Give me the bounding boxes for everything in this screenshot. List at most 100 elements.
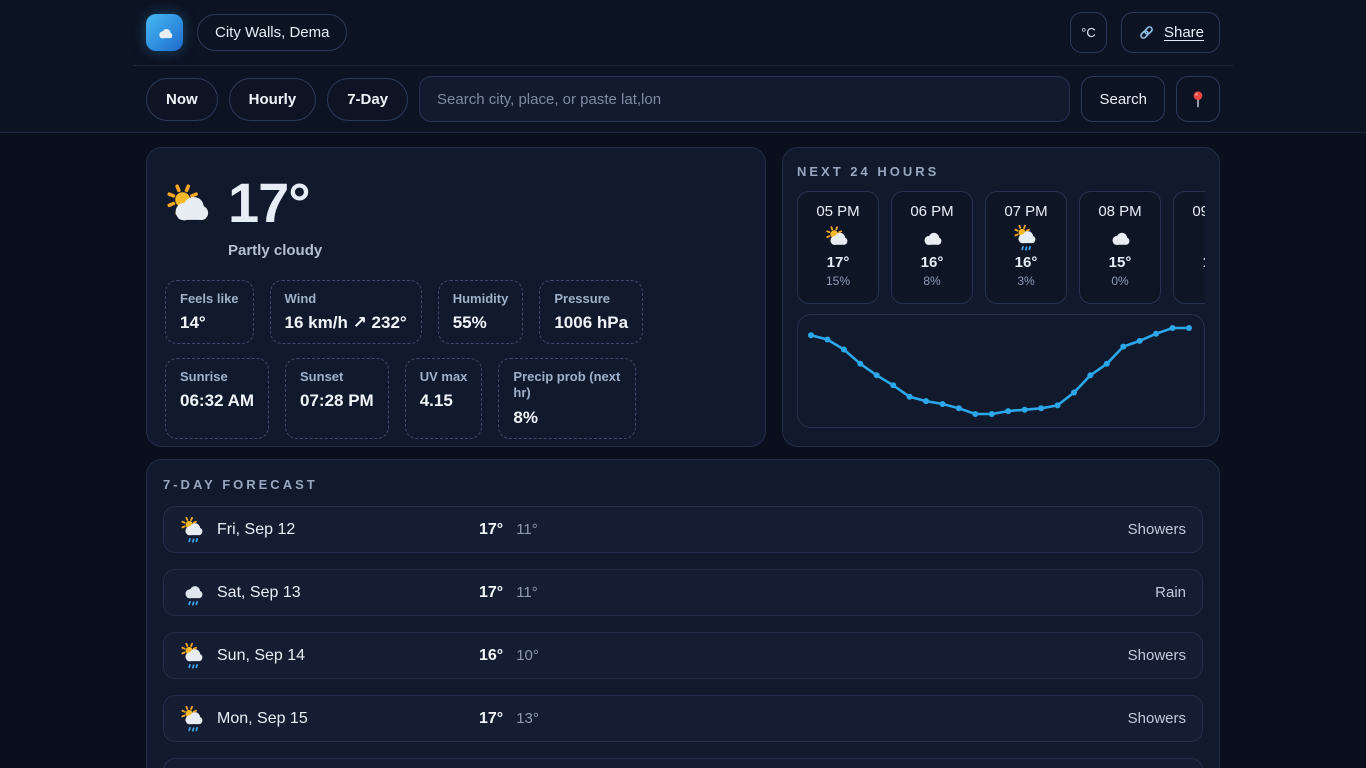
- hour-time: 07 PM: [1004, 203, 1047, 220]
- forecast-high-temp: 17°: [479, 584, 503, 602]
- stat-value: 07:28 PM: [300, 391, 374, 411]
- forecast-date: Mon, Sep 15: [217, 710, 479, 728]
- forecast-high-temp: 16°: [479, 647, 503, 665]
- hour-time: 05 PM: [816, 203, 859, 220]
- stat-value: 1006 hPa: [554, 313, 628, 333]
- hour-temp: 16°: [921, 254, 944, 271]
- forecast-condition: Rain: [1155, 584, 1186, 601]
- unit-toggle-button[interactable]: °C: [1070, 12, 1107, 53]
- search-button[interactable]: Search: [1081, 76, 1165, 122]
- stat-value: 16 km/h ↗ 232°: [285, 313, 407, 333]
- hour-time: 08 PM: [1098, 203, 1141, 220]
- sun-rain-icon: [180, 706, 206, 732]
- link-icon: [1137, 23, 1156, 42]
- sun-rain-icon: [180, 643, 206, 669]
- hour-card: 08 PM 15° 0%: [1079, 191, 1161, 304]
- hour-precip-probability: 3%: [1017, 274, 1034, 288]
- forecast-low-temp: 11°: [516, 584, 538, 601]
- forecast-high-temp: 17°: [479, 521, 503, 539]
- stat-value: 14°: [180, 313, 239, 333]
- current-stats: Feels like 14° Wind 16 km/h ↗ 232° Humidity 5…: [165, 280, 747, 439]
- stat-label: Humidity: [453, 291, 509, 307]
- current-hero: 17° Partly cloudy: [165, 166, 747, 259]
- nav-bar: Now Hourly 7-Day Search: [133, 66, 1233, 132]
- seven-day-forecast-title: 7-DAY FORECAST: [163, 477, 1203, 492]
- hour-temp: 15°: [1203, 254, 1205, 271]
- stat-tile: Sunrise 06:32 AM: [165, 358, 269, 439]
- tab-now[interactable]: Now: [146, 78, 218, 121]
- seven-day-forecast-panel: 7-DAY FORECAST Fri, Sep 1217°11°ShowersS…: [146, 459, 1220, 768]
- next-24-hours-panel: NEXT 24 HOURS 05 PM17°15% 06 PM 16° 8% 07 PM…: [782, 147, 1220, 447]
- stat-value: 06:32 AM: [180, 391, 254, 411]
- stat-value: 8%: [513, 408, 621, 428]
- hour-card: 09 PM15°0%: [1173, 191, 1205, 304]
- cloud-icon: [1201, 225, 1205, 251]
- stat-label: Wind: [285, 291, 407, 307]
- stat-label: Sunset: [300, 369, 374, 385]
- forecast-condition: Showers: [1128, 710, 1186, 727]
- cloud-icon: [1107, 225, 1133, 251]
- current-conditions-card: 17° Partly cloudy Feels like 14° Wind 16 km…: [146, 147, 766, 447]
- hour-precip-probability: 8%: [923, 274, 940, 288]
- stat-tile: Wind 16 km/h ↗ 232°: [270, 280, 422, 344]
- stat-label: Precip prob (next hr): [513, 369, 621, 402]
- sun-rain-icon: [1013, 225, 1039, 251]
- share-button[interactable]: Share: [1121, 12, 1220, 53]
- hour-card: 05 PM17°15%: [797, 191, 879, 304]
- stat-label: Feels like: [180, 291, 239, 307]
- stat-tile: Humidity 55%: [438, 280, 524, 344]
- forecast-high-temp: 17°: [479, 710, 503, 728]
- hour-card: 07 PM 16° 3%: [985, 191, 1067, 304]
- forecast-low-temp: 11°: [516, 521, 538, 538]
- stat-tile: Pressure 1006 hPa: [539, 280, 643, 344]
- app-logo: [146, 14, 183, 51]
- stat-tile: Feels like 14°: [165, 280, 254, 344]
- forecast-condition: Showers: [1128, 647, 1186, 664]
- search-input[interactable]: [419, 76, 1070, 122]
- stat-tile: Sunset 07:28 PM: [285, 358, 389, 439]
- forecast-row: Sat, Sep 1317° 11° Rain: [163, 569, 1203, 616]
- next-24-hours-title: NEXT 24 HOURS: [797, 164, 1205, 179]
- forecast-row: Fri, Sep 1217° 11° Showers: [163, 506, 1203, 553]
- hour-temp: 16°: [1015, 254, 1038, 271]
- stat-tile: Precip prob (next hr) 8%: [498, 358, 636, 439]
- hour-time: 09 PM: [1192, 203, 1205, 220]
- location-chip[interactable]: City Walls, Dema: [197, 14, 347, 51]
- hour-card: 06 PM 16° 8%: [891, 191, 973, 304]
- forecast-date: Fri, Sep 12: [217, 521, 479, 539]
- stat-label: Sunrise: [180, 369, 254, 385]
- hour-time: 06 PM: [910, 203, 953, 220]
- main-content: 17° Partly cloudy Feels like 14° Wind 16 km…: [133, 133, 1233, 768]
- app-cloud-icon: [155, 23, 175, 43]
- forecast-condition: Showers: [1128, 521, 1186, 538]
- current-temperature: 17°: [228, 174, 322, 233]
- forecast-row: Mon, Sep 1517° 13° Showers: [163, 695, 1203, 742]
- rain-icon: [180, 580, 206, 606]
- cloud-icon: [919, 225, 945, 251]
- tab-hourly[interactable]: Hourly: [229, 78, 317, 121]
- share-label: Share: [1164, 24, 1204, 41]
- forecast-date: Sun, Sep 14: [217, 647, 479, 665]
- hour-precip-probability: 15%: [826, 274, 850, 288]
- tab-7day[interactable]: 7-Day: [327, 78, 408, 121]
- title-bar: City Walls, Dema °C Share: [133, 0, 1233, 66]
- hourly-trend-chart: [797, 314, 1205, 428]
- sun-rain-icon: [180, 517, 206, 543]
- stat-label: UV max: [420, 369, 468, 385]
- sun-cloud-icon: [825, 225, 851, 251]
- hour-temp: 15°: [1109, 254, 1132, 271]
- forecast-row-partial: [163, 758, 1203, 768]
- locate-button[interactable]: [1176, 76, 1220, 122]
- hourly-cards-strip[interactable]: 05 PM17°15%06 PM16°8%07 PM16°3%08 PM15°0…: [797, 191, 1205, 304]
- stat-label: Pressure: [554, 291, 628, 307]
- stat-tile: UV max4.15: [405, 358, 483, 439]
- hour-precip-probability: 0%: [1111, 274, 1128, 288]
- current-condition: Partly cloudy: [228, 242, 322, 259]
- pushpin-icon: [1188, 89, 1208, 109]
- forecast-rows: Fri, Sep 1217°11°ShowersSat, Sep 1317°11…: [163, 506, 1203, 768]
- forecast-date: Sat, Sep 13: [217, 584, 479, 602]
- forecast-low-temp: 10°: [516, 647, 539, 664]
- stat-value: 55%: [453, 313, 509, 333]
- forecast-low-temp: 13°: [516, 710, 539, 727]
- current-weather-icon: [165, 182, 215, 232]
